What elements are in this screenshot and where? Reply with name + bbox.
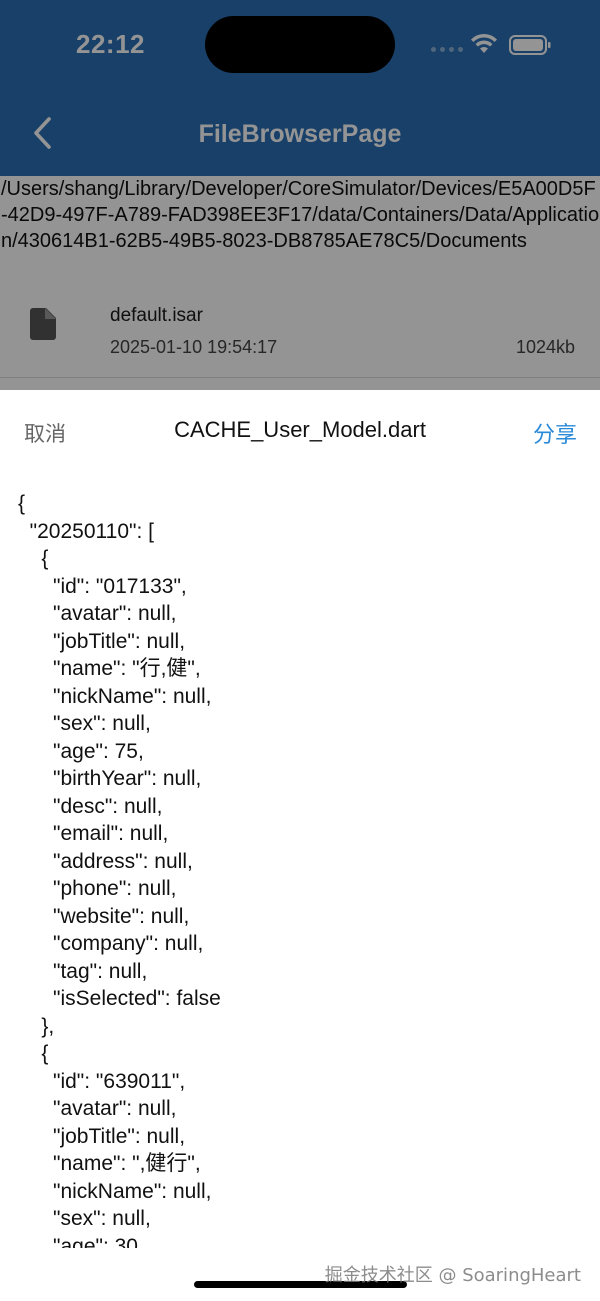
json-line: "name": ",健行",	[18, 1152, 201, 1175]
json-content[interactable]: { "20250110": [ { "id": "017133", "avata…	[18, 490, 588, 1248]
json-line: "sex": null,	[18, 1207, 151, 1230]
json-line: "avatar": null,	[18, 602, 177, 625]
json-line: "sex": null,	[18, 712, 151, 735]
json-line: {	[18, 492, 26, 515]
json-line: "age": 30,	[18, 1234, 144, 1249]
json-line: "nickName": null,	[18, 1179, 212, 1203]
json-line: "email": null,	[18, 822, 169, 845]
json-line: "company": null,	[18, 932, 204, 955]
json-line: "website": null,	[18, 904, 190, 928]
json-line: "desc": null,	[18, 794, 163, 818]
json-line: "tag": null,	[18, 959, 148, 983]
json-line: "phone": null,	[18, 877, 177, 900]
json-line: "id": "017133",	[18, 574, 187, 598]
json-line: "20250110": [	[18, 519, 154, 543]
watermark: 掘金技术社区 @ SoaringHeart	[324, 1265, 581, 1286]
json-line: "id": "639011",	[18, 1069, 186, 1093]
json-line: {	[18, 547, 49, 570]
json-line: "jobTitle": null,	[18, 1124, 186, 1148]
sheet-title: CACHE_User_Model.dart	[174, 417, 426, 442]
file-preview-sheet: 取消 CACHE_User_Model.dart 分享 { "20250110"…	[0, 390, 600, 1301]
json-line: "nickName": null,	[18, 684, 212, 708]
json-line: "birthYear": null,	[18, 767, 202, 790]
share-button[interactable]: 分享	[533, 417, 577, 449]
json-line: "isSelected": false	[18, 987, 221, 1010]
sheet-header: 取消 CACHE_User_Model.dart 分享	[0, 390, 600, 470]
json-line: "jobTitle": null,	[18, 629, 186, 653]
json-line: },	[18, 1014, 55, 1038]
json-line: "age": 75,	[18, 739, 144, 763]
json-line: {	[18, 1042, 49, 1065]
json-line: "address": null,	[18, 849, 193, 873]
json-line: "name": "行,健",	[18, 657, 201, 680]
json-line: "avatar": null,	[18, 1097, 177, 1120]
